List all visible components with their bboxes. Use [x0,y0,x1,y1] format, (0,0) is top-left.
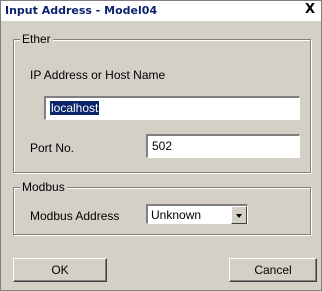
port-label: Port No. [30,141,75,155]
host-input[interactable]: localhost [44,96,300,120]
modbus-address-select[interactable]: Unknown [146,204,248,224]
modbus-address-value: Unknown [151,208,202,222]
modbus-address-label: Modbus Address [30,209,120,223]
ether-group: Ether IP Address or Host Name localhost … [13,32,311,173]
window-title: Input Address - Model04 [5,4,158,17]
modbus-group: Modbus Modbus Address Unknown [13,180,311,235]
cancel-button[interactable]: Cancel [229,258,317,282]
port-value: 502 [152,139,173,153]
title-bar[interactable]: Input Address - Model04 X [1,1,321,21]
ok-button[interactable]: OK [13,258,107,282]
input-address-dialog: Input Address - Model04 X Ether IP Addre… [0,0,322,291]
close-icon[interactable]: X [302,2,318,18]
port-input[interactable]: 502 [146,134,300,158]
ether-legend: Ether [20,32,53,46]
chevron-down-icon [236,214,242,218]
dropdown-button[interactable] [231,206,247,224]
host-value: localhost [50,101,100,115]
modbus-legend: Modbus [20,180,67,194]
host-label: IP Address or Host Name [30,68,166,82]
